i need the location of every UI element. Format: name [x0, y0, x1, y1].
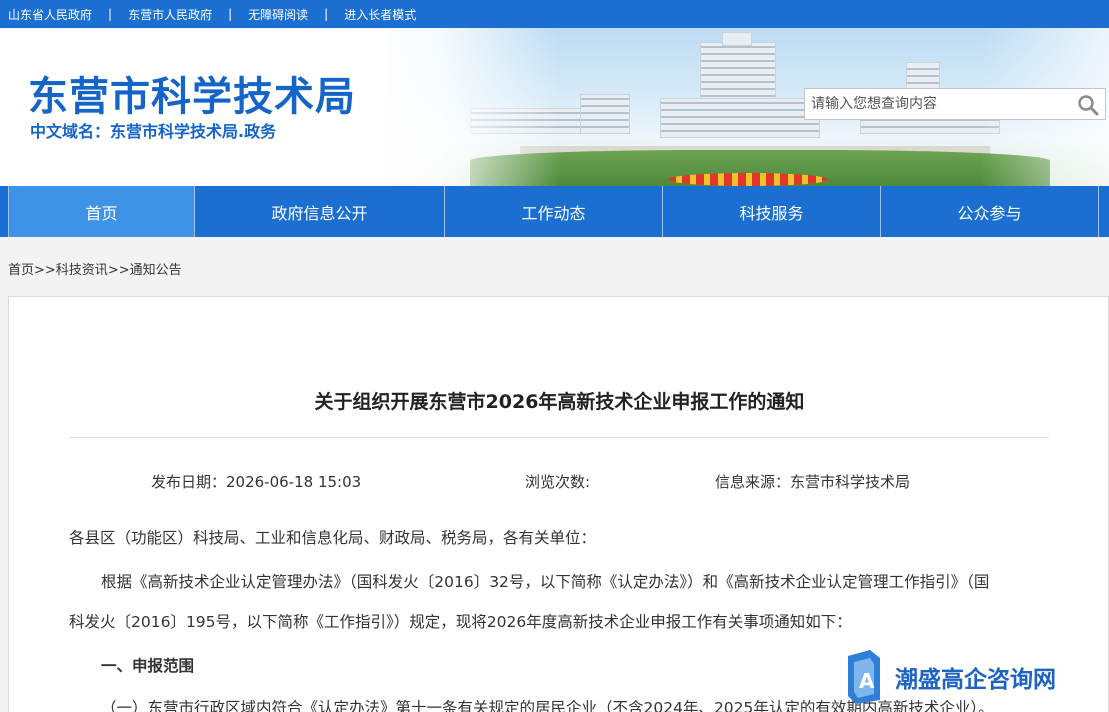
header-banner: 东营市科学技术局 中文域名：东营市科学技术局.政务	[0, 28, 1109, 186]
article-paragraph: 各县区（功能区）科技局、工业和信息化局、财政局、税务局，各有关单位：	[69, 529, 597, 547]
nav-item-home[interactable]: 首页	[8, 186, 195, 237]
top-link-separator: |	[228, 7, 233, 21]
link-shandong-gov[interactable]: 山东省人民政府	[8, 6, 92, 23]
top-bar: 山东省人民政府 | 东营市人民政府 | 无障碍阅读 | 进入长者模式	[0, 0, 1109, 28]
article-paragraph: 科发火〔2016〕195号，以下简称《工作指引》）规定，现将2026年度高新技术…	[69, 613, 852, 631]
nav-item-work-news[interactable]: 工作动态	[445, 186, 663, 237]
publish-date: 发布日期：2026-06-18 15:03	[151, 473, 362, 491]
site-title: 东营市科学技术局	[28, 74, 356, 120]
main-nav: 首页 政府信息公开 工作动态 科技服务 公众参与	[0, 186, 1109, 237]
article-paragraph: （一）东营市行政区域内符合《认定办法》第十一条有关规定的居民企业（不含2024年…	[101, 699, 994, 712]
info-source: 信息来源：东营市科学技术局	[715, 473, 911, 491]
article-title: 关于组织开展东营市2026年高新技术企业申报工作的通知	[314, 391, 805, 413]
nav-item-tech-services[interactable]: 科技服务	[663, 186, 881, 237]
top-links: 山东省人民政府 | 东营市人民政府 | 无障碍阅读 | 进入长者模式	[8, 0, 416, 28]
nav-item-public-participation[interactable]: 公众参与	[881, 186, 1099, 237]
search-icon[interactable]	[1077, 94, 1099, 116]
banner-flower-bed	[668, 173, 828, 186]
top-link-separator: |	[324, 7, 329, 21]
article-panel: 关于组织开展东营市2026年高新技术企业申报工作的通知 发布日期：2026-06…	[8, 296, 1109, 712]
breadcrumb: 首页 >>科技资讯 >>通知公告	[8, 259, 182, 278]
banner-building	[580, 94, 630, 134]
breadcrumb-notices[interactable]: >>通知公告	[108, 259, 182, 278]
section-heading: 一、申报范围	[101, 657, 195, 675]
top-link-separator: |	[108, 7, 113, 21]
site-domain-label: 中文域名：东营市科学技术局.政务	[30, 122, 277, 141]
title-divider	[69, 437, 1049, 438]
article-paragraph: 根据《高新技术企业认定管理办法》（国科发火〔2016〕32号，以下简称《认定办法…	[101, 573, 990, 591]
link-elder-mode[interactable]: 进入长者模式	[344, 6, 416, 23]
nav-item-gov-info[interactable]: 政府信息公开	[195, 186, 445, 237]
search-box	[804, 88, 1106, 120]
link-dongying-gov[interactable]: 东营市人民政府	[128, 6, 212, 23]
banner-building	[722, 32, 752, 46]
breadcrumb-tech-news[interactable]: >>科技资讯	[34, 259, 108, 278]
view-count: 浏览次数:	[525, 473, 591, 491]
breadcrumb-home[interactable]: 首页	[8, 259, 34, 278]
search-input[interactable]	[805, 89, 1073, 119]
banner-building	[660, 98, 820, 138]
banner-fade	[360, 28, 560, 186]
link-accessible-reading[interactable]: 无障碍阅读	[248, 6, 308, 23]
watermark-text: 潮盛高企咨询网	[895, 666, 1056, 693]
